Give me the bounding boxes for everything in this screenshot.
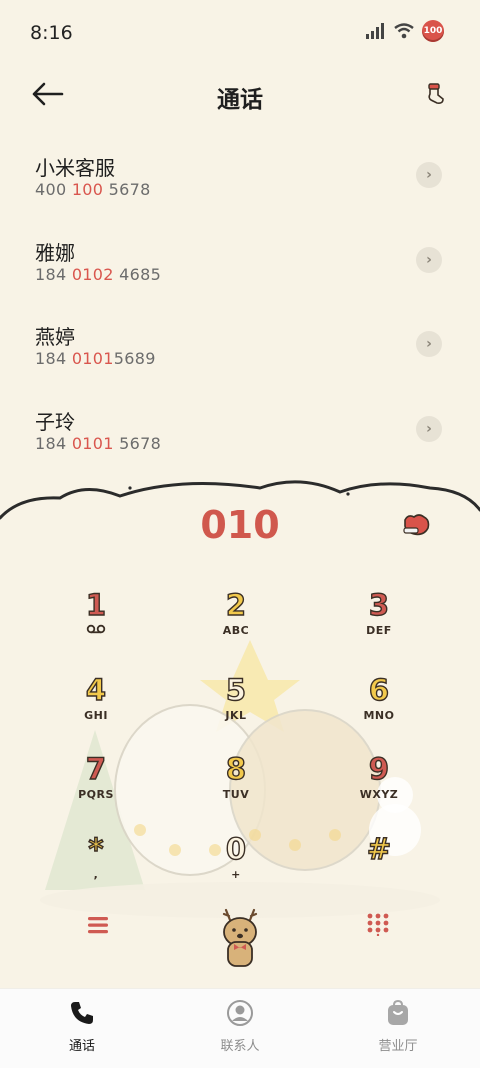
status-time: 8:16	[30, 22, 73, 44]
status-icons: 100	[366, 20, 444, 42]
key-digit: 1	[85, 587, 107, 622]
key-7[interactable]: 7 PQRS	[46, 751, 146, 822]
key-6[interactable]: 6 MNO	[329, 672, 429, 743]
chevron-right-icon[interactable]: ›	[416, 415, 442, 442]
key-2[interactable]: 2 ABC	[186, 587, 286, 658]
list-item[interactable]: 小米客服 400 100 5678 ›	[0, 140, 480, 225]
tab-label: 联系人	[220, 1039, 260, 1054]
contact-name: 雅娜	[35, 240, 75, 265]
key-letters: ABC	[222, 624, 250, 637]
contact-name: 子玲	[35, 409, 75, 434]
key-digit: 2	[225, 587, 247, 622]
key-letters: ,	[93, 868, 99, 881]
tab-contacts[interactable]: 联系人	[180, 999, 300, 1054]
list-item[interactable]: 雅娜 184 0102 4685 ›	[0, 225, 480, 310]
chevron-right-icon[interactable]: ›	[416, 331, 442, 357]
page-title: 通话	[217, 87, 263, 113]
key-digit: 5	[225, 672, 247, 707]
key-letters: GHI	[84, 709, 108, 722]
key-digit: 9	[368, 751, 390, 786]
tab-label: 通话	[68, 1039, 95, 1054]
key-letters: DEF	[366, 624, 392, 637]
dialer-actions	[0, 900, 480, 975]
search-results-list: 小米客服 400 100 5678 › 雅娜 184 0102 4685 › 燕…	[0, 140, 480, 478]
key-5[interactable]: 5 JKL	[186, 672, 286, 743]
chevron-right-icon[interactable]: ›	[416, 246, 442, 273]
wifi-icon	[394, 23, 414, 39]
voicemail-icon	[46, 624, 146, 637]
key-1[interactable]: 1	[46, 587, 146, 658]
tab-label: 营业厅	[378, 1039, 418, 1054]
tab-calls[interactable]: 通话	[22, 999, 142, 1054]
signal-icon	[366, 23, 384, 39]
key-digit: 8	[225, 751, 247, 786]
list-item[interactable]: 燕婷 184 01015689 ›	[0, 309, 480, 394]
key-digit: 3	[368, 587, 390, 622]
chevron-right-icon[interactable]: ›	[416, 162, 442, 188]
key-8[interactable]: 8 TUV	[186, 751, 286, 822]
header: 通话	[0, 70, 480, 120]
key-digit: *	[88, 831, 105, 866]
key-4[interactable]: 4 GHI	[46, 672, 146, 743]
key-letters: TUV	[222, 788, 250, 801]
key-letters: +	[231, 868, 241, 881]
dialpad-icon[interactable]	[366, 912, 390, 936]
contact-icon	[227, 1000, 253, 1026]
key-digit: 0	[225, 831, 247, 866]
call-reindeer-icon[interactable]	[214, 906, 266, 972]
tab-service-hall[interactable]: 营业厅	[338, 999, 458, 1054]
key-digit: 4	[85, 672, 107, 707]
key-0[interactable]: 0 +	[186, 831, 286, 902]
contact-number: 184 01015689	[35, 349, 156, 368]
bottom-tab-bar: 通话 联系人 营业厅	[0, 988, 480, 1068]
key-letters: WXYZ	[359, 788, 399, 801]
contact-name: 小米客服	[35, 156, 115, 180]
contact-number: 184 0102 4685	[35, 264, 162, 284]
delete-mitten-icon[interactable]	[402, 512, 432, 538]
key-letters: JKL	[225, 709, 247, 722]
key-letters: PQRS	[78, 788, 114, 801]
status-bar: 8:16 100	[0, 0, 480, 64]
key-star[interactable]: * ,	[46, 831, 146, 902]
key-hash[interactable]: #	[329, 831, 429, 902]
contact-name: 燕婷	[35, 325, 75, 349]
key-letters: MNO	[363, 709, 395, 722]
store-bag-icon	[388, 999, 408, 1025]
battery-icon: 100	[422, 20, 444, 42]
key-digit: 6	[368, 672, 390, 707]
battery-level: 100	[423, 26, 443, 36]
key-3[interactable]: 3 DEF	[329, 587, 429, 658]
key-digit: #	[366, 831, 392, 866]
key-9[interactable]: 9 WXYZ	[329, 751, 429, 822]
christmas-stocking-icon[interactable]	[422, 82, 446, 106]
contact-number: 400 100 5678	[35, 180, 151, 199]
key-digit: 7	[85, 751, 107, 786]
phone-icon	[71, 1002, 93, 1024]
list-item[interactable]: 子玲 184 0101 5678 ›	[0, 394, 480, 479]
contact-number: 184 0101 5678	[35, 433, 162, 453]
menu-icon[interactable]	[86, 914, 110, 936]
